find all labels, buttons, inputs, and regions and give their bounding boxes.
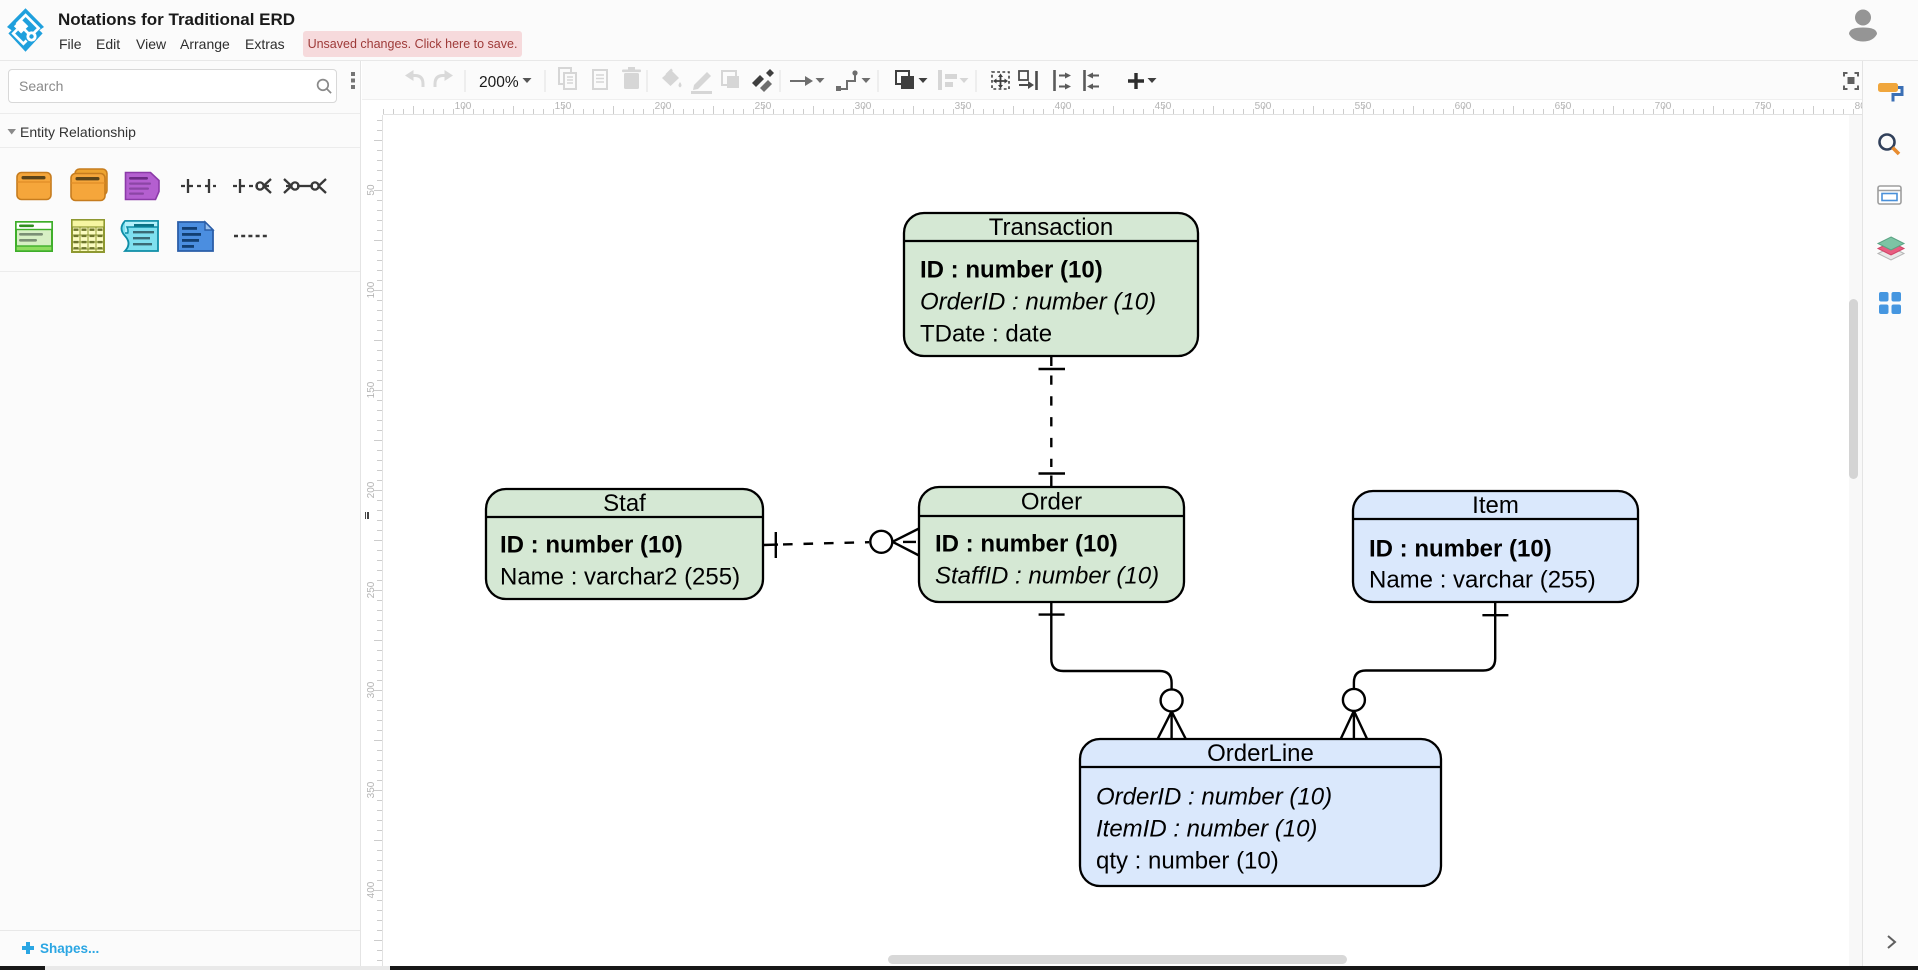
svg-text:600: 600 <box>1455 101 1472 112</box>
svg-text:250: 250 <box>755 101 772 112</box>
svg-text:Item: Item <box>1472 492 1519 519</box>
svg-text:Staf: Staf <box>603 490 646 517</box>
svg-text:Transaction: Transaction <box>989 214 1114 241</box>
svg-text:200: 200 <box>366 481 377 498</box>
svg-text:300: 300 <box>366 681 377 698</box>
svg-text:450: 450 <box>1155 101 1172 112</box>
svg-text:100: 100 <box>455 101 472 112</box>
svg-text:ID : number (10): ID : number (10) <box>935 531 1118 558</box>
svg-text:TDate : date: TDate : date <box>920 321 1052 348</box>
svg-text:700: 700 <box>1655 101 1672 112</box>
svg-text:800: 800 <box>1855 101 1862 112</box>
svg-text:350: 350 <box>955 101 972 112</box>
svg-text:200%: 200% <box>479 74 519 91</box>
svg-text:ID : number (10): ID : number (10) <box>1369 536 1552 563</box>
svg-text:qty : number (10): qty : number (10) <box>1096 848 1279 875</box>
svg-text:150: 150 <box>555 101 572 112</box>
svg-text:ID : number (10): ID : number (10) <box>920 257 1103 284</box>
svg-text:Name : varchar2 (255): Name : varchar2 (255) <box>500 564 740 591</box>
svg-text:50: 50 <box>366 184 377 196</box>
svg-text:500: 500 <box>1255 101 1272 112</box>
svg-text:Name : varchar (255): Name : varchar (255) <box>1369 567 1596 594</box>
svg-text:ID : number (10): ID : number (10) <box>500 532 683 559</box>
svg-text:350: 350 <box>366 781 377 798</box>
svg-text:400: 400 <box>1055 101 1072 112</box>
svg-text:StaffID : number (10): StaffID : number (10) <box>935 563 1159 590</box>
svg-text:300: 300 <box>855 101 872 112</box>
svg-text:Order: Order <box>1021 489 1082 516</box>
svg-text:150: 150 <box>366 381 377 398</box>
svg-text:100: 100 <box>366 281 377 298</box>
svg-text:750: 750 <box>1755 101 1772 112</box>
svg-text:OrderID : number (10): OrderID : number (10) <box>920 289 1156 316</box>
svg-text:OrderID : number (10): OrderID : number (10) <box>1096 784 1332 811</box>
svg-text:250: 250 <box>366 581 377 598</box>
svg-text:ItemID : number (10): ItemID : number (10) <box>1096 816 1317 843</box>
svg-text:OrderLine: OrderLine <box>1207 740 1314 767</box>
svg-text:550: 550 <box>1355 101 1372 112</box>
svg-text:650: 650 <box>1555 101 1572 112</box>
svg-text:400: 400 <box>366 881 377 898</box>
svg-text:200: 200 <box>655 101 672 112</box>
